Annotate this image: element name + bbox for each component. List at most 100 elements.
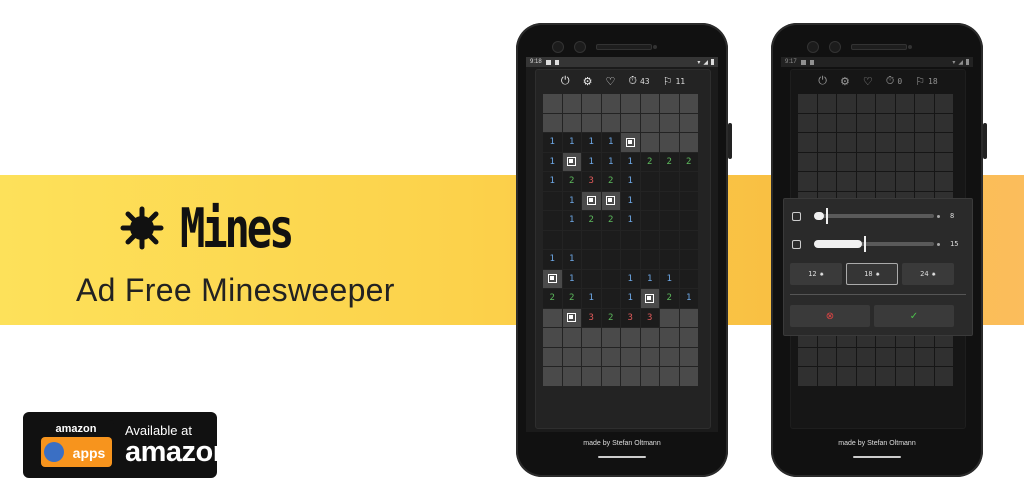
mine-cell[interactable] [679, 133, 698, 152]
mine-cell[interactable] [562, 347, 581, 366]
mine-cell[interactable] [562, 152, 581, 171]
mine-cell[interactable] [543, 367, 562, 386]
preset-button[interactable]: 18 ✹ [846, 263, 898, 285]
mine-cell[interactable] [679, 328, 698, 347]
mine-cell[interactable] [621, 347, 640, 366]
mine-cell[interactable] [660, 328, 679, 347]
mine-cell[interactable]: 1 [562, 133, 581, 152]
mine-cell[interactable] [679, 250, 698, 269]
mine-cell[interactable] [640, 289, 659, 308]
mine-cell[interactable] [660, 250, 679, 269]
mine-cell[interactable] [660, 133, 679, 152]
home-indicator[interactable] [853, 456, 901, 458]
mine-cell[interactable]: 2 [679, 152, 698, 171]
mine-cell[interactable] [621, 328, 640, 347]
mine-cell[interactable]: 1 [543, 152, 562, 171]
mine-cell[interactable] [660, 347, 679, 366]
mine-cell[interactable]: 2 [601, 172, 620, 191]
mine-cell[interactable] [543, 94, 562, 113]
mine-cell[interactable]: 1 [660, 269, 679, 288]
mine-cell[interactable] [562, 367, 581, 386]
mine-cell[interactable] [543, 211, 562, 230]
mine-cell[interactable] [543, 308, 562, 327]
mine-cell[interactable] [621, 250, 640, 269]
mine-cell[interactable] [601, 367, 620, 386]
mine-cell[interactable]: 1 [621, 172, 640, 191]
preset-button[interactable]: 24 ✹ [902, 263, 954, 285]
mine-cell[interactable] [601, 113, 620, 132]
mine-cell[interactable]: 1 [601, 133, 620, 152]
mine-cell[interactable] [679, 172, 698, 191]
mine-cell[interactable]: 2 [601, 211, 620, 230]
mine-cell[interactable] [660, 94, 679, 113]
mine-cell[interactable] [679, 347, 698, 366]
mine-cell[interactable]: 2 [562, 172, 581, 191]
mine-cell[interactable] [640, 347, 659, 366]
preset-button[interactable]: 12 ✹ [790, 263, 842, 285]
mine-cell[interactable] [601, 347, 620, 366]
mine-cell[interactable]: 1 [582, 152, 601, 171]
mine-cell[interactable]: 1 [601, 152, 620, 171]
mine-cell[interactable]: 1 [562, 269, 581, 288]
mine-cell[interactable] [582, 230, 601, 249]
mine-cell[interactable] [543, 230, 562, 249]
mine-cell[interactable] [601, 269, 620, 288]
mine-cell[interactable] [562, 94, 581, 113]
mine-cell[interactable]: 1 [562, 250, 581, 269]
mine-cell[interactable] [679, 367, 698, 386]
mine-cell[interactable]: 1 [562, 211, 581, 230]
mine-cell[interactable] [562, 328, 581, 347]
mine-cell[interactable]: 1 [582, 289, 601, 308]
mine-cell[interactable] [679, 269, 698, 288]
mine-cell[interactable]: 1 [543, 250, 562, 269]
mine-cell[interactable]: 3 [621, 308, 640, 327]
mine-cell[interactable] [543, 113, 562, 132]
settings-gear-icon[interactable]: ⚙ [583, 75, 593, 88]
mine-cell[interactable] [601, 230, 620, 249]
mine-cell[interactable] [621, 94, 640, 113]
mine-cell[interactable] [660, 211, 679, 230]
mine-cell[interactable]: 1 [621, 269, 640, 288]
mine-cell[interactable] [640, 328, 659, 347]
mine-cell[interactable] [543, 191, 562, 210]
mine-cell[interactable]: 2 [640, 152, 659, 171]
mine-cell[interactable]: 2 [582, 211, 601, 230]
mine-cell[interactable] [679, 191, 698, 210]
mine-cell[interactable] [582, 367, 601, 386]
mine-cell[interactable]: 1 [621, 191, 640, 210]
mine-cell[interactable] [660, 191, 679, 210]
mine-cell[interactable] [543, 328, 562, 347]
mine-cell[interactable] [543, 347, 562, 366]
heart-icon[interactable]: ♡ [605, 75, 615, 88]
mine-cell[interactable] [582, 269, 601, 288]
mine-cell[interactable]: 3 [640, 308, 659, 327]
mine-cell[interactable]: 2 [543, 289, 562, 308]
width-slider[interactable] [814, 208, 934, 224]
mine-cell[interactable] [679, 230, 698, 249]
mine-cell[interactable]: 1 [543, 172, 562, 191]
mine-cell[interactable] [582, 347, 601, 366]
mine-cell[interactable]: 1 [562, 191, 581, 210]
mine-cell[interactable] [582, 191, 601, 210]
mine-cell[interactable]: 2 [601, 308, 620, 327]
mine-cell[interactable]: 1 [621, 152, 640, 171]
home-indicator[interactable] [598, 456, 646, 458]
mine-cell[interactable] [621, 367, 640, 386]
mine-cell[interactable] [640, 367, 659, 386]
height-slider[interactable] [814, 236, 934, 252]
mine-cell[interactable] [660, 308, 679, 327]
mine-cell[interactable] [543, 269, 562, 288]
mine-cell[interactable]: 3 [582, 172, 601, 191]
mine-cell[interactable] [640, 191, 659, 210]
cancel-button[interactable]: ⊗ [790, 305, 870, 327]
mine-cell[interactable]: 1 [621, 289, 640, 308]
mine-cell[interactable] [640, 250, 659, 269]
confirm-button[interactable]: ✓ [874, 305, 954, 327]
mine-cell[interactable] [562, 308, 581, 327]
mine-cell[interactable] [660, 367, 679, 386]
mine-cell[interactable] [660, 172, 679, 191]
mine-cell[interactable] [621, 230, 640, 249]
mine-cell[interactable] [562, 113, 581, 132]
mine-cell[interactable] [640, 172, 659, 191]
mine-cell[interactable] [621, 113, 640, 132]
